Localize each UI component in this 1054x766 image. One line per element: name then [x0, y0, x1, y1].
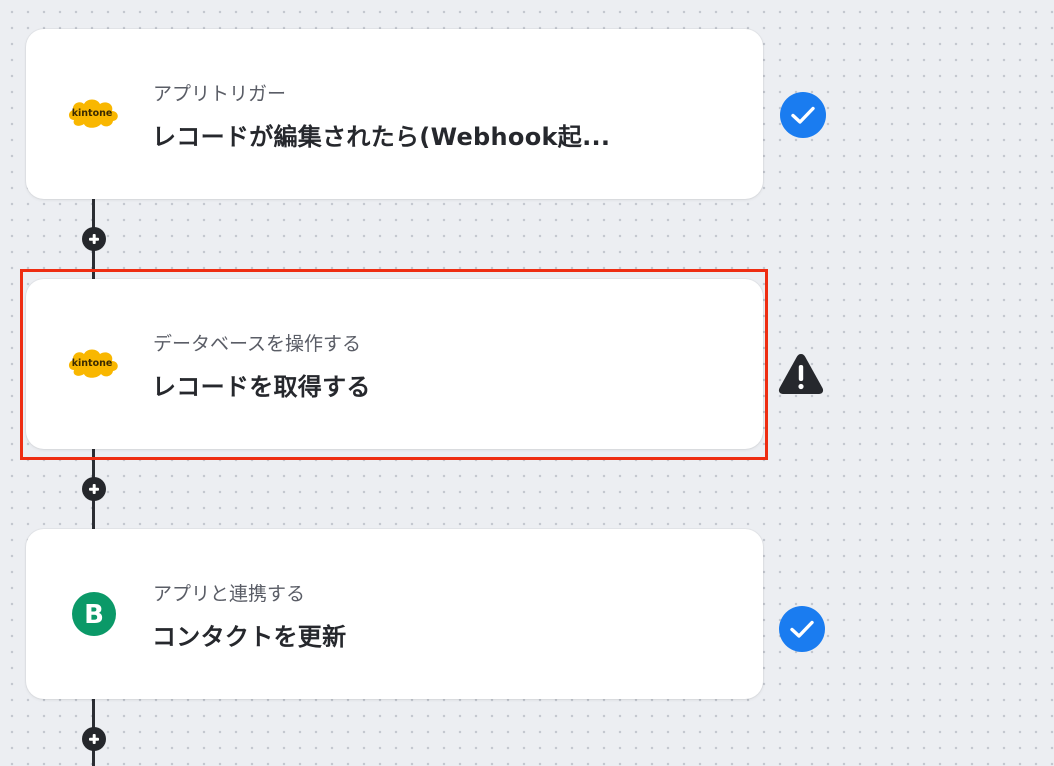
kintone-logo-icon: kintone — [64, 90, 122, 138]
kintone-logo-icon: kintone — [64, 340, 122, 388]
step-title: レコードが編集されたら(Webhook起... — [152, 123, 611, 151]
flow-step-card[interactable]: B アプリと連携する コンタクトを更新 — [26, 529, 763, 699]
step-title: コンタクトを更新 — [152, 623, 347, 651]
step-type-label: データベースを操作する — [153, 333, 362, 355]
add-step-button[interactable] — [82, 477, 106, 501]
flow-step-card[interactable]: kintone アプリトリガー レコードが編集されたら(Webhook起... — [26, 29, 763, 199]
step-type-label: アプリトリガー — [153, 83, 287, 105]
svg-text:B: B — [84, 600, 104, 630]
success-check-icon — [779, 606, 825, 652]
success-check-icon — [780, 92, 826, 138]
brevo-logo-icon: B — [64, 590, 122, 638]
svg-text:kintone: kintone — [72, 358, 113, 369]
flow-step-card[interactable]: kintone データベースを操作する レコードを取得する — [26, 279, 763, 449]
svg-text:kintone: kintone — [72, 108, 113, 119]
add-step-button[interactable] — [82, 727, 106, 751]
add-step-button[interactable] — [82, 227, 106, 251]
warning-triangle-icon — [778, 354, 824, 394]
step-type-label: アプリと連携する — [153, 583, 306, 605]
step-title: レコードを取得する — [152, 373, 371, 401]
